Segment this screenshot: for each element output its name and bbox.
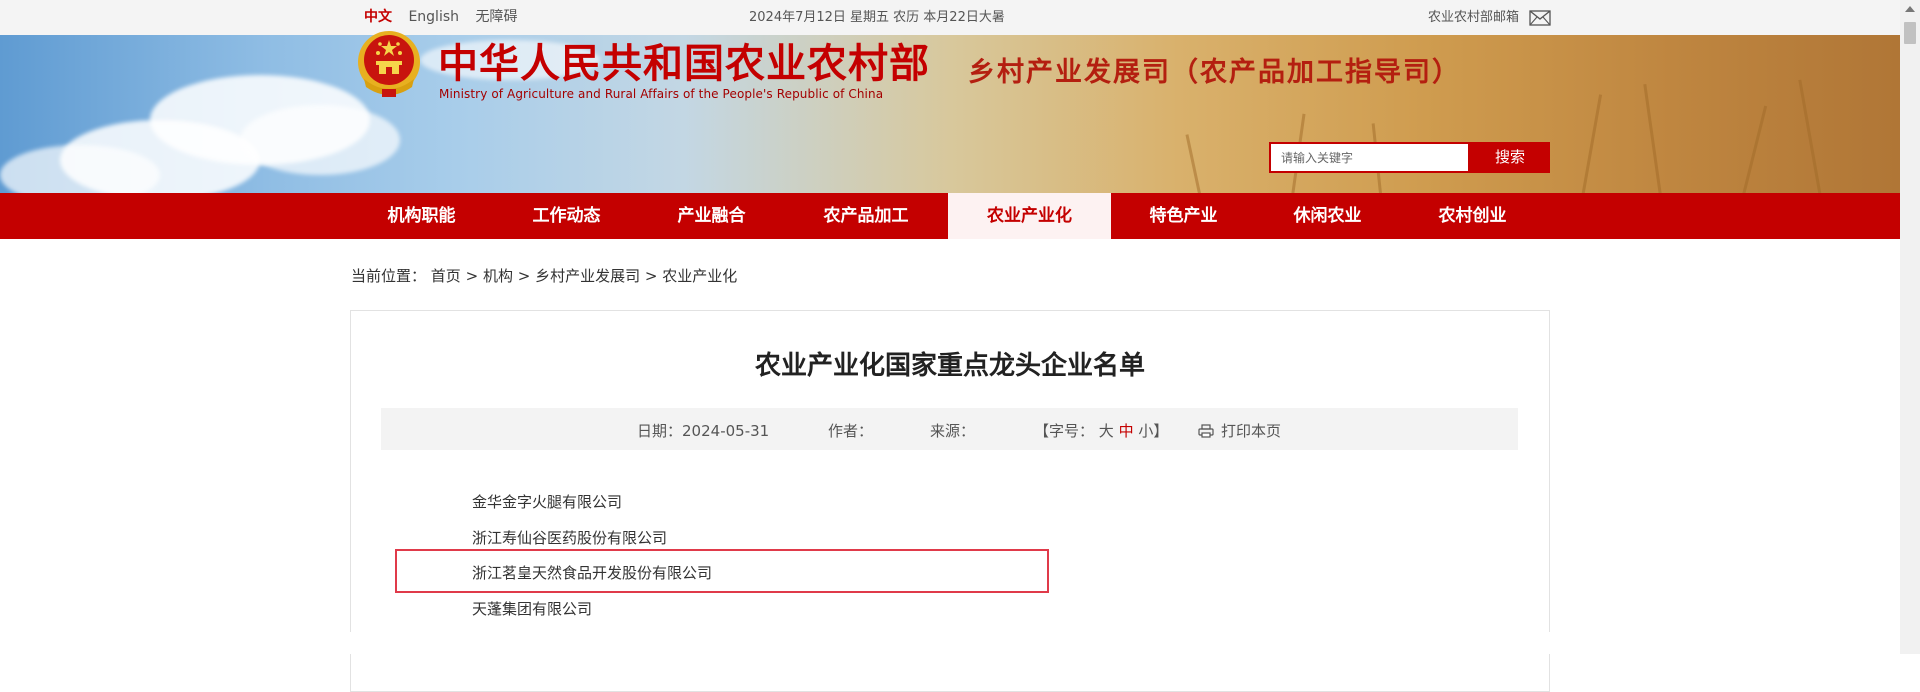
search-button[interactable]: 搜索 (1470, 142, 1550, 173)
breadcrumb-home[interactable]: 首页 (431, 267, 461, 285)
font-size-small[interactable]: 小 (1138, 422, 1153, 440)
printer-icon (1198, 423, 1214, 438)
department-title: 乡村产业发展司（农产品加工指导司） (968, 57, 1461, 88)
company-item: 天蓬集团有限公司 (472, 600, 593, 618)
scroll-up-arrow-icon[interactable] (1905, 6, 1915, 12)
nav-item-agri-industrialization[interactable]: 农业产业化 (948, 193, 1111, 239)
highlight-box (395, 549, 1049, 593)
print-button[interactable]: 打印本页 (1198, 420, 1281, 441)
nav-item-work-news[interactable]: 工作动态 (495, 193, 638, 239)
article-title: 农业产业化国家重点龙头企业名单 (754, 351, 1145, 381)
font-size-medium[interactable]: 中 (1119, 422, 1134, 440)
breadcrumb: 当前位置： 首页 > 机构 > 乡村产业发展司 > 农业产业化 (351, 267, 738, 285)
current-date: 2024年7月12日 星期五 农历 本月22日大暑 (749, 10, 1005, 25)
article-date-value: 2024-05-31 (682, 422, 770, 440)
breadcrumb-org[interactable]: 机构 (483, 267, 513, 285)
breadcrumb-prefix: 当前位置： (351, 267, 427, 285)
mailbox-link[interactable]: 农业农村部邮箱 (1428, 0, 1551, 35)
company-item: 金华金字火腿有限公司 (472, 493, 623, 511)
main-nav: 机构职能 工作动态 产业融合 农产品加工 农业产业化 特色产业 休闲农业 农村创… (0, 193, 1900, 239)
nav-item-rural-entrepreneurship[interactable]: 农村创业 (1401, 193, 1544, 239)
lang-english[interactable]: English (408, 9, 459, 25)
accessibility-link[interactable]: 无障碍 (475, 9, 517, 25)
page-bottom-edge (0, 632, 1900, 654)
article-date: 日期：2024-05-31 (637, 422, 770, 440)
site-title-english: Ministry of Agriculture and Rural Affair… (439, 87, 884, 101)
mailbox-label: 农业农村部邮箱 (1427, 10, 1519, 25)
search-input[interactable] (1269, 142, 1470, 173)
nav-item-specialty-industry[interactable]: 特色产业 (1112, 193, 1255, 239)
lang-chinese[interactable]: 中文 (364, 9, 392, 25)
nav-item-leisure-agriculture[interactable]: 休闲农业 (1256, 193, 1399, 239)
breadcrumb-current[interactable]: 农业产业化 (662, 267, 737, 285)
nav-item-industry-integration[interactable]: 产业融合 (640, 193, 783, 239)
article-author: 作者： (828, 422, 874, 440)
national-emblem-icon (358, 31, 420, 97)
nav-item-org-functions[interactable]: 机构职能 (350, 193, 493, 239)
breadcrumb-department[interactable]: 乡村产业发展司 (535, 267, 640, 285)
vertical-scrollbar[interactable] (1900, 0, 1920, 654)
header-banner (0, 35, 1900, 193)
font-size-switcher: 【字号： 大 中 小】 (1034, 422, 1169, 440)
print-label: 打印本页 (1221, 422, 1282, 440)
mail-icon (1529, 9, 1551, 26)
top-bar: 中文 English 无障碍 2024年7月12日 星期五 农历 本月22日大暑… (0, 0, 1900, 36)
company-item: 浙江寿仙谷医药股份有限公司 (472, 529, 668, 547)
site-title[interactable]: 中华人民共和国农业农村部 (438, 31, 930, 89)
scrollbar-thumb[interactable] (1904, 22, 1916, 44)
font-size-large[interactable]: 大 (1099, 422, 1114, 440)
article-source: 来源： (930, 422, 976, 440)
nav-item-agri-processing[interactable]: 农产品加工 (785, 193, 947, 239)
